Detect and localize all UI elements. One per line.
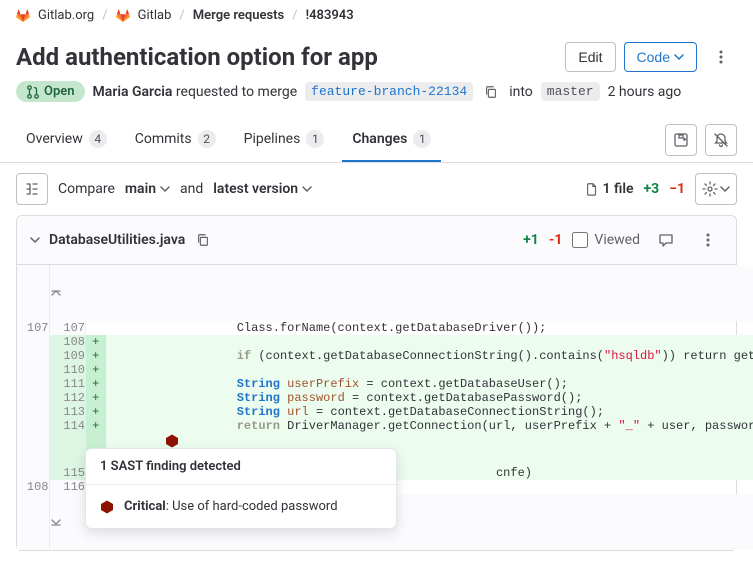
hexagon-critical-icon — [100, 500, 114, 514]
diff-line: 111+ String userPrefix = context.getData… — [17, 377, 753, 391]
expand-button[interactable] — [665, 124, 697, 156]
tab-count: 4 — [89, 130, 107, 148]
kebab-icon — [713, 49, 729, 65]
file-count-text: 1 file — [603, 181, 634, 197]
author-name[interactable]: Maria Garcia — [93, 84, 173, 100]
chevron-down-icon — [160, 184, 170, 194]
bell-slash-icon — [713, 132, 729, 148]
compare-and: and — [180, 181, 203, 197]
tab-label: Changes — [352, 131, 407, 147]
code-button[interactable]: Code — [624, 42, 697, 72]
notifications-off-button[interactable] — [705, 124, 737, 156]
breadcrumb-group[interactable]: Gitlab.org — [38, 8, 94, 23]
document-icon — [585, 182, 599, 196]
tab-overview[interactable]: Overview 4 — [16, 118, 117, 162]
code-content — [179, 335, 753, 349]
code-content — [179, 363, 753, 377]
tab-pipelines[interactable]: Pipelines 1 — [234, 118, 335, 162]
copy-icon — [196, 233, 210, 247]
viewed-checkbox[interactable]: Viewed — [572, 232, 640, 248]
tab-count: 1 — [413, 130, 431, 148]
diff-line: 112+ String password = context.getDataba… — [17, 391, 753, 405]
sast-severity: Critical — [124, 499, 166, 514]
tab-label: Overview — [26, 131, 83, 147]
code-content: if (context.getDatabaseConnectionString(… — [179, 349, 753, 363]
file-added: +1 — [523, 232, 539, 248]
code-content: Class.forName(context.getDatabaseDriver(… — [179, 321, 753, 335]
diff-line: 108+ — [17, 335, 753, 349]
expand-down-icon — [50, 516, 62, 528]
viewed-checkbox-input[interactable] — [572, 232, 588, 248]
tab-commits[interactable]: Commits 2 — [125, 118, 226, 162]
sast-popover-heading: 1 SAST finding detected — [86, 449, 396, 485]
breadcrumb: Gitlab.org / Gitlab / Merge requests / !… — [0, 0, 753, 31]
breadcrumb-sep: / — [102, 8, 107, 23]
diff-settings-button[interactable] — [695, 173, 737, 205]
copy-icon — [484, 85, 498, 99]
summary-added: +3 — [644, 181, 660, 197]
copy-branch-button[interactable] — [481, 82, 501, 102]
diff-line: 110+ — [17, 363, 753, 377]
target-branch[interactable]: master — [541, 82, 600, 101]
compare-label: Compare — [58, 181, 115, 197]
breadcrumb-sep: / — [292, 8, 297, 23]
file-removed: -1 — [549, 232, 563, 248]
sast-message: : Use of hard-coded password — [166, 499, 338, 514]
chevron-down-icon — [302, 184, 312, 194]
diff-line: 113+ String url = context.getDatabaseCon… — [17, 405, 753, 419]
file-name[interactable]: DatabaseUtilities.java — [49, 232, 185, 248]
hexagon-critical-icon — [165, 434, 179, 448]
edit-button[interactable]: Edit — [565, 42, 615, 72]
expand-up-icon — [50, 287, 62, 299]
breadcrumb-mr-id: !483943 — [306, 8, 354, 23]
expand-icon — [673, 132, 689, 148]
tab-changes[interactable]: Changes 1 — [342, 118, 441, 162]
chevron-down-icon — [720, 184, 730, 194]
comment-button[interactable] — [650, 224, 682, 256]
viewed-label: Viewed — [594, 232, 640, 248]
file-kebab-button[interactable] — [692, 224, 724, 256]
status-text: Open — [44, 84, 75, 99]
page-title: Add authentication option for app — [16, 43, 378, 71]
diff-line: 109+ if (context.getDatabaseConnectionSt… — [17, 349, 753, 363]
comment-icon — [658, 232, 674, 248]
tree-icon — [24, 181, 40, 197]
gear-icon — [702, 181, 718, 197]
chevron-down-icon[interactable] — [29, 234, 41, 246]
compare-base: main — [125, 181, 156, 197]
copy-path-button[interactable] — [193, 230, 213, 250]
file-tree-toggle[interactable] — [16, 173, 48, 205]
gitlab-icon — [16, 9, 30, 23]
compare-version-selector[interactable]: latest version — [213, 181, 312, 197]
breadcrumb-section[interactable]: Merge requests — [193, 8, 284, 23]
kebab-menu-button[interactable] — [705, 41, 737, 73]
tab-label: Pipelines — [244, 131, 301, 147]
compare-version: latest version — [213, 181, 298, 197]
code-button-label: Code — [637, 49, 670, 65]
file-count: 1 file — [585, 181, 634, 197]
breadcrumb-sep: / — [179, 8, 184, 23]
chevron-down-icon — [674, 52, 684, 62]
diff-line: 107107 Class.forName(context.getDatabase… — [17, 321, 753, 335]
tab-label: Commits — [135, 131, 192, 147]
compare-base-selector[interactable]: main — [125, 181, 170, 197]
time-ago: 2 hours ago — [608, 84, 682, 100]
source-branch[interactable]: feature-branch-22134 — [305, 82, 473, 101]
summary-removed: −1 — [669, 181, 685, 197]
breadcrumb-project[interactable]: Gitlab — [138, 8, 172, 23]
tab-count: 1 — [306, 130, 324, 148]
sast-issue-marker[interactable] — [165, 434, 179, 448]
kebab-icon — [700, 232, 716, 248]
tab-count: 2 — [198, 130, 216, 148]
gitlab-icon — [116, 9, 130, 23]
merge-request-icon — [26, 85, 40, 99]
sast-popover: 1 SAST finding detected Critical: Use of… — [85, 448, 397, 529]
request-text: requested to merge — [176, 84, 297, 100]
into-text: into — [509, 84, 533, 100]
status-badge: Open — [16, 81, 85, 102]
expand-up-row[interactable] — [17, 265, 753, 321]
